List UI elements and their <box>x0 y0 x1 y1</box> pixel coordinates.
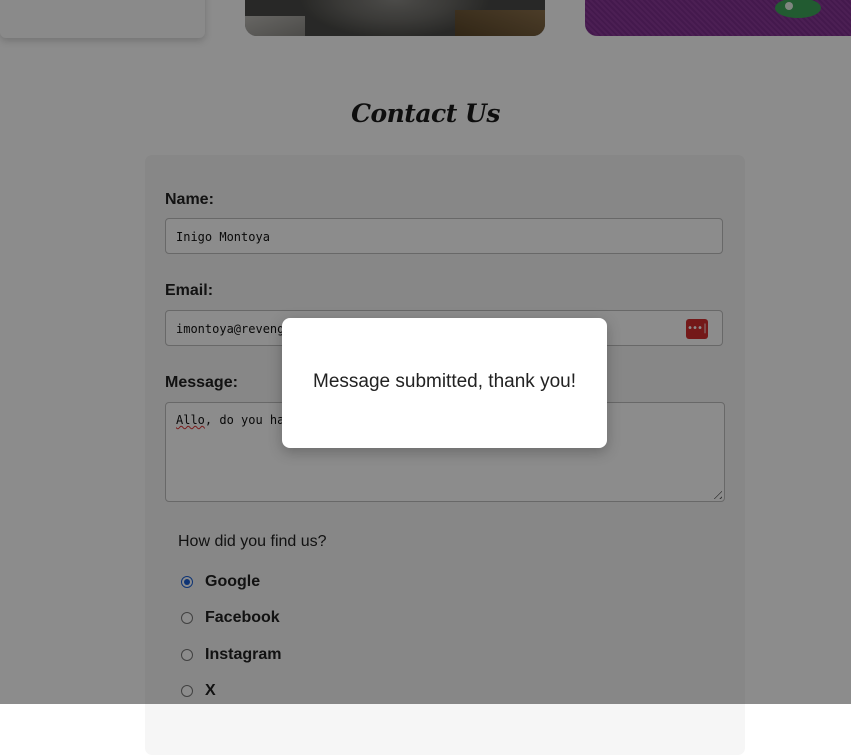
confirmation-message: Message submitted, thank you! <box>313 371 576 392</box>
confirmation-modal: Message submitted, thank you! <box>282 318 607 448</box>
